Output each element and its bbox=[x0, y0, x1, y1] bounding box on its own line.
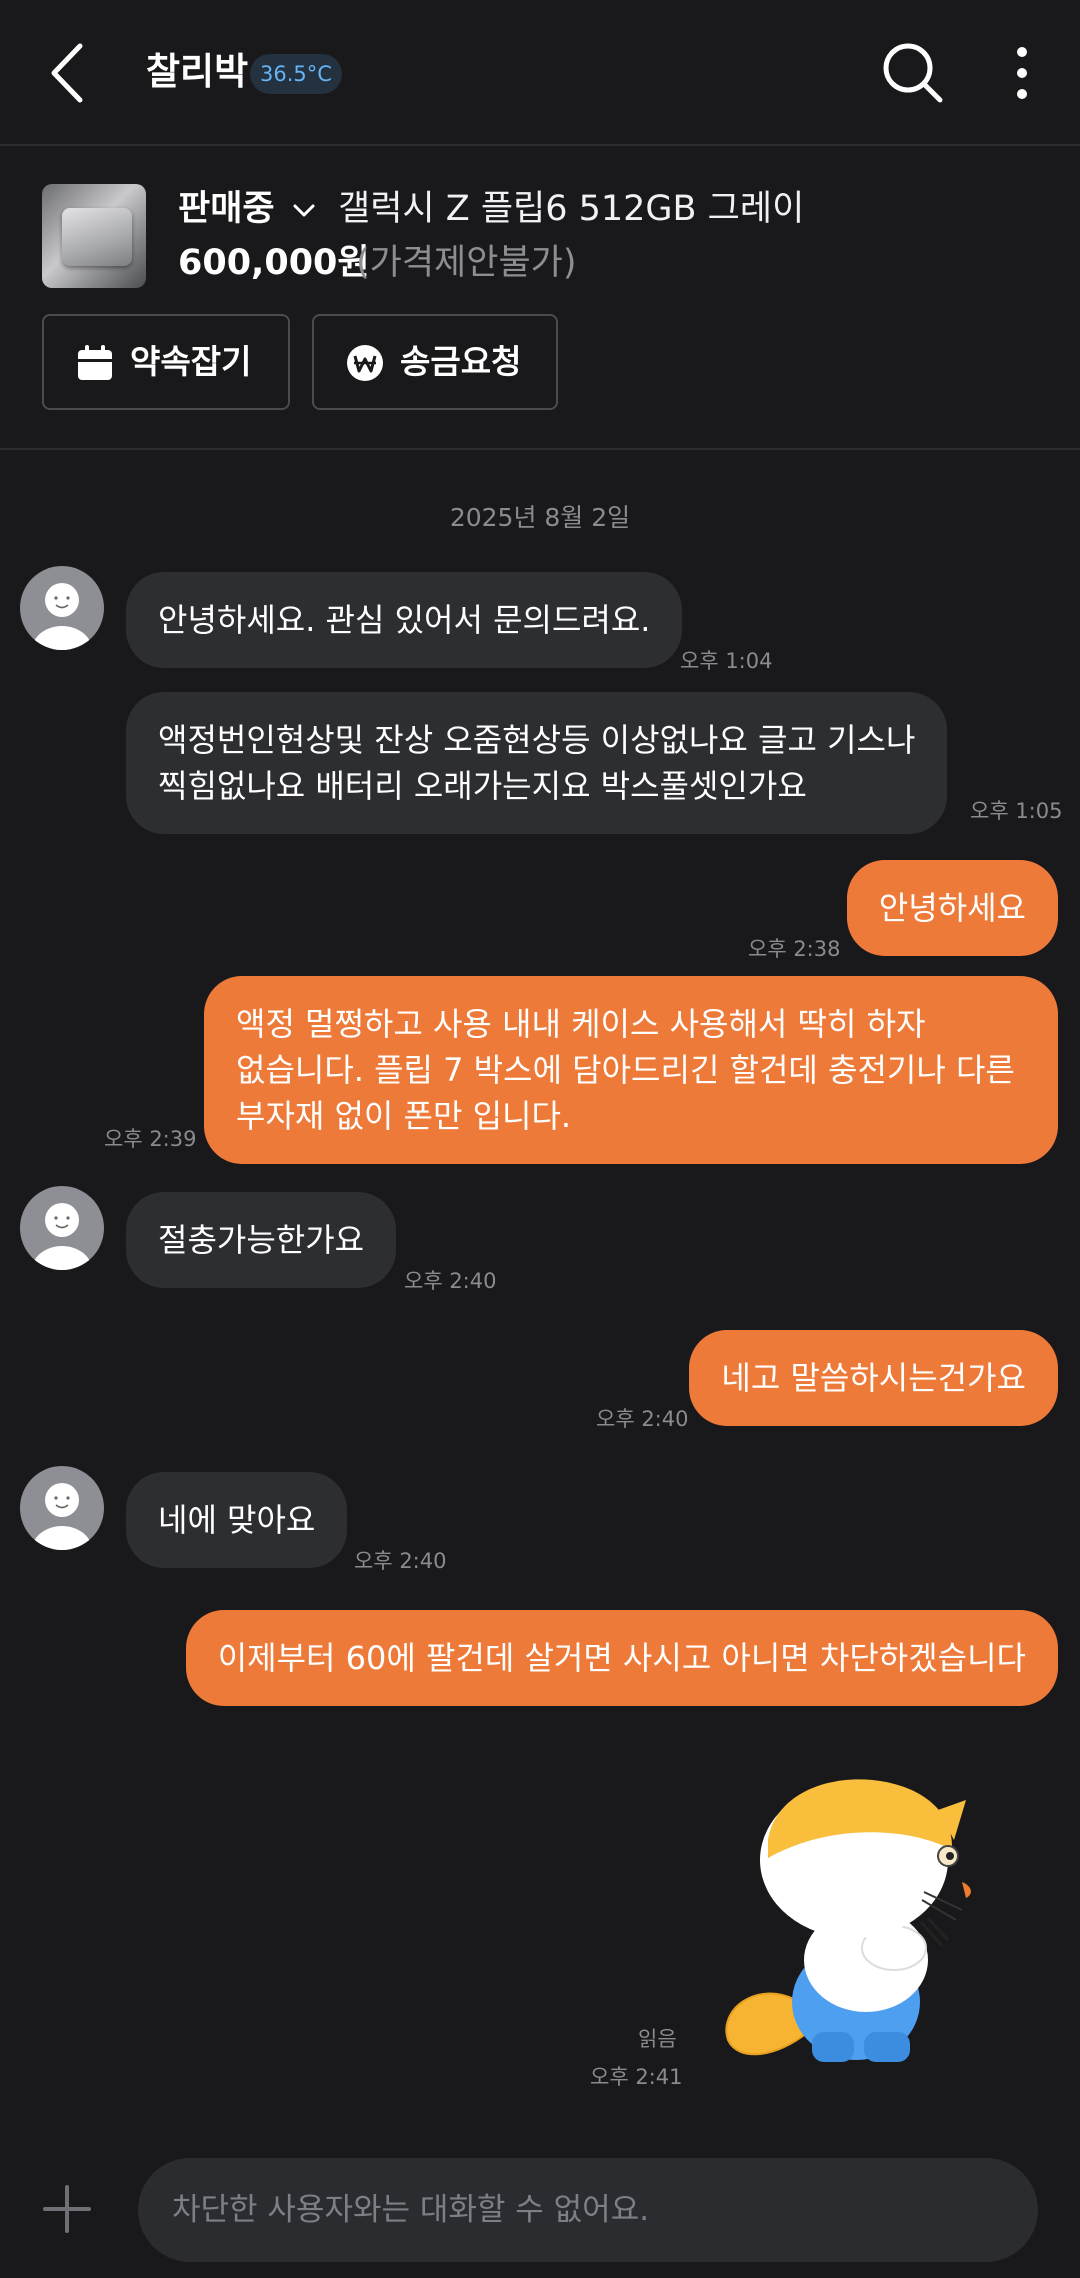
status-dropdown[interactable] bbox=[290, 196, 318, 224]
date-separator: 2025년 8월 2일 bbox=[449, 503, 631, 532]
appointment-button[interactable]: 약속잡기 bbox=[42, 314, 290, 410]
product-thumbnail[interactable] bbox=[42, 184, 146, 288]
message-time: 오후 2:38 bbox=[748, 937, 841, 961]
read-receipt: 읽음 bbox=[638, 2027, 677, 2051]
back-arrow-icon bbox=[51, 43, 83, 103]
sender-avatar[interactable] bbox=[20, 1186, 104, 1270]
more-options-button[interactable] bbox=[996, 36, 1048, 110]
product-summary: 판매중 갤럭시 Z 플립6 512GB 그레이 600,000원 (가격제안불가… bbox=[0, 148, 1080, 450]
message-text: 없습니다. 플립 7 박스에 담아드리긴 할건데 충전기나 다른 bbox=[236, 1051, 1015, 1089]
message-bubble-outgoing[interactable]: 이제부터 60에 팔건데 살거면 사시고 아니면 차단하겠습니다 bbox=[185, 1610, 1058, 1706]
message-time: 오후 1:05 bbox=[970, 799, 1063, 823]
message-time: 오후 2:40 bbox=[404, 1269, 497, 1293]
chevron-down-icon bbox=[293, 204, 315, 217]
message-bubble-outgoing[interactable]: 액정 멀쩡하고 사용 내내 케이스 사용해서 딱히 하자 없습니다. 플립 7 … bbox=[204, 976, 1058, 1164]
message-bubble-outgoing[interactable]: 네고 말씀하시는건가요 bbox=[689, 1330, 1058, 1426]
message-text: 부자재 없이 폰만 입니다. bbox=[236, 1097, 572, 1135]
message-time: 오후 2:40 bbox=[354, 1549, 447, 1573]
message-text: 안녕하세요. 관심 있어서 문의드려요. bbox=[158, 601, 651, 639]
won-icon bbox=[347, 345, 383, 381]
sale-status[interactable]: 판매중 bbox=[178, 184, 275, 234]
message-input-bar: 차단한 사용자와는 대화할 수 없어요. bbox=[0, 2140, 1080, 2278]
plus-icon bbox=[43, 2185, 91, 2233]
avatar-icon bbox=[32, 583, 92, 650]
search-icon bbox=[883, 43, 943, 103]
sender-avatar[interactable] bbox=[20, 1466, 104, 1550]
message-text: 안녕하세요 bbox=[878, 889, 1026, 927]
message-bubble-incoming[interactable]: 안녕하세요. 관심 있어서 문의드려요. bbox=[126, 572, 683, 668]
cat-sticker-image bbox=[725, 1779, 971, 2062]
message-time: 오후 2:40 bbox=[596, 1407, 689, 1431]
message-time: 오후 1:04 bbox=[680, 649, 773, 673]
message-text: 액정 멀쩡하고 사용 내내 케이스 사용해서 딱히 하자 bbox=[236, 1005, 926, 1043]
sender-avatar[interactable] bbox=[20, 566, 104, 650]
transfer-request-label: 송금요청 bbox=[400, 342, 522, 381]
cat-sticker[interactable] bbox=[716, 1770, 986, 2070]
chat-partner-name: 찰리박 bbox=[146, 50, 249, 93]
more-vertical-icon bbox=[1017, 47, 1027, 99]
message-time: 오후 2:41 bbox=[590, 2065, 683, 2089]
message-bubble-incoming[interactable]: 네에 맞아요 bbox=[126, 1472, 348, 1568]
message-text: 네에 맞아요 bbox=[158, 1501, 316, 1539]
message-text: 네고 말씀하시는건가요 bbox=[721, 1359, 1026, 1397]
avatar-icon bbox=[32, 1483, 92, 1550]
message-time: 오후 2:39 bbox=[104, 1127, 197, 1151]
product-photo-phone bbox=[62, 208, 132, 266]
chat-header: 찰리박 36.5°C bbox=[0, 0, 1080, 146]
message-input-field[interactable]: 차단한 사용자와는 대화할 수 없어요. bbox=[138, 2158, 1038, 2262]
message-text: 액정번인현상및 잔상 오줌현상등 이상없나요 글고 기스나 bbox=[158, 721, 916, 759]
back-button[interactable] bbox=[40, 36, 100, 110]
message-text: 이제부터 60에 팔건데 살거면 사시고 아니면 차단하겠습니다 bbox=[217, 1639, 1026, 1677]
message-text: 찍힘없나요 배터리 오래가는지요 박스풀셋인가요 bbox=[158, 767, 807, 805]
message-bubble-outgoing[interactable]: 안녕하세요 bbox=[846, 860, 1058, 956]
product-title[interactable]: 갤럭시 Z 플립6 512GB 그레이 bbox=[338, 184, 804, 234]
message-text: 절충가능한가요 bbox=[158, 1221, 365, 1259]
search-button[interactable] bbox=[876, 36, 950, 110]
price-note: (가격제안불가) bbox=[356, 243, 577, 283]
attach-button[interactable] bbox=[42, 2184, 92, 2234]
calendar-icon bbox=[78, 345, 112, 380]
message-bubble-incoming[interactable]: 액정번인현상및 잔상 오줌현상등 이상없나요 글고 기스나 찍힘없나요 배터리 … bbox=[126, 692, 948, 834]
transfer-request-button[interactable]: 송금요청 bbox=[312, 314, 558, 410]
avatar-icon bbox=[32, 1203, 92, 1270]
message-bubble-incoming[interactable]: 절충가능한가요 bbox=[126, 1192, 397, 1288]
manner-temperature-badge: 36.5°C bbox=[250, 54, 342, 94]
product-price: 600,000원 bbox=[178, 243, 370, 283]
appointment-label: 약속잡기 bbox=[130, 342, 252, 381]
